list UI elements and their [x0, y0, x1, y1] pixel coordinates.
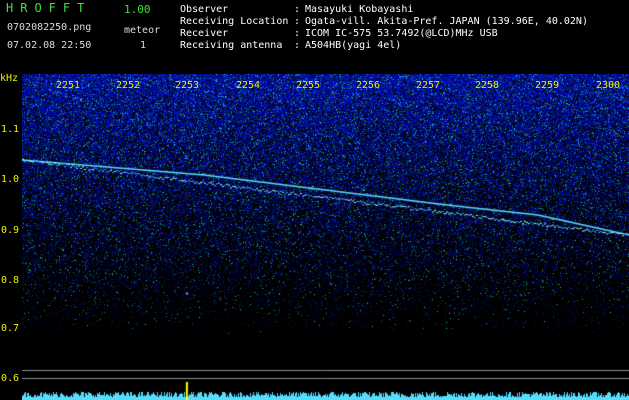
app-version: 1.00: [124, 3, 151, 16]
location-key: Receiving Location: [180, 16, 289, 27]
observer-colon: :: [294, 4, 301, 15]
x-tick-label: 2258: [475, 80, 500, 91]
file-name: 0702082250.png: [7, 22, 92, 33]
y-tick-label: 1.0: [1, 174, 20, 185]
observer-key: Observer: [180, 4, 229, 15]
x-tick-label: 2257: [416, 80, 441, 91]
y-tick-label: 1.1: [1, 124, 20, 135]
antenna-colon: :: [294, 40, 301, 51]
y-tick-label: 0.6: [1, 373, 20, 384]
observer-value: Masayuki Kobayashi: [305, 4, 414, 15]
antenna-key: Receiving antenna: [180, 40, 283, 51]
y-tick-label: 0.8: [1, 275, 20, 286]
x-tick-label: 2254: [236, 80, 261, 91]
x-tick-label: 2251: [56, 80, 81, 91]
meteor-label: meteor: [124, 25, 161, 36]
meteor-count: 1: [140, 40, 147, 51]
location-value: Ogata-vill. Akita-Pref. JAPAN (139.96E, …: [305, 16, 588, 27]
x-tick-label: 2256: [356, 80, 381, 91]
antenna-value: A504HB(yagi 4el): [305, 40, 402, 51]
y-axis-unit: kHz: [0, 73, 19, 84]
receiver-key: Receiver: [180, 28, 229, 39]
x-tick-label: 2252: [116, 80, 141, 91]
location-colon: :: [294, 16, 301, 27]
x-tick-label: 2259: [535, 80, 560, 91]
x-tick-label: 2253: [175, 80, 200, 91]
date-time: 07.02.08 22:50: [7, 40, 92, 51]
y-tick-label: 0.9: [1, 225, 20, 236]
x-tick-label: 2255: [296, 80, 321, 91]
y-tick-label: 0.7: [1, 323, 20, 334]
receiver-value: ICOM IC-575 53.7492(@LCD)MHz USB: [305, 28, 498, 39]
app-title: HROFFT: [6, 1, 92, 15]
spectrogram-canvas: [22, 74, 629, 400]
x-tick-label: 2300: [596, 80, 621, 91]
receiver-colon: :: [294, 28, 301, 39]
